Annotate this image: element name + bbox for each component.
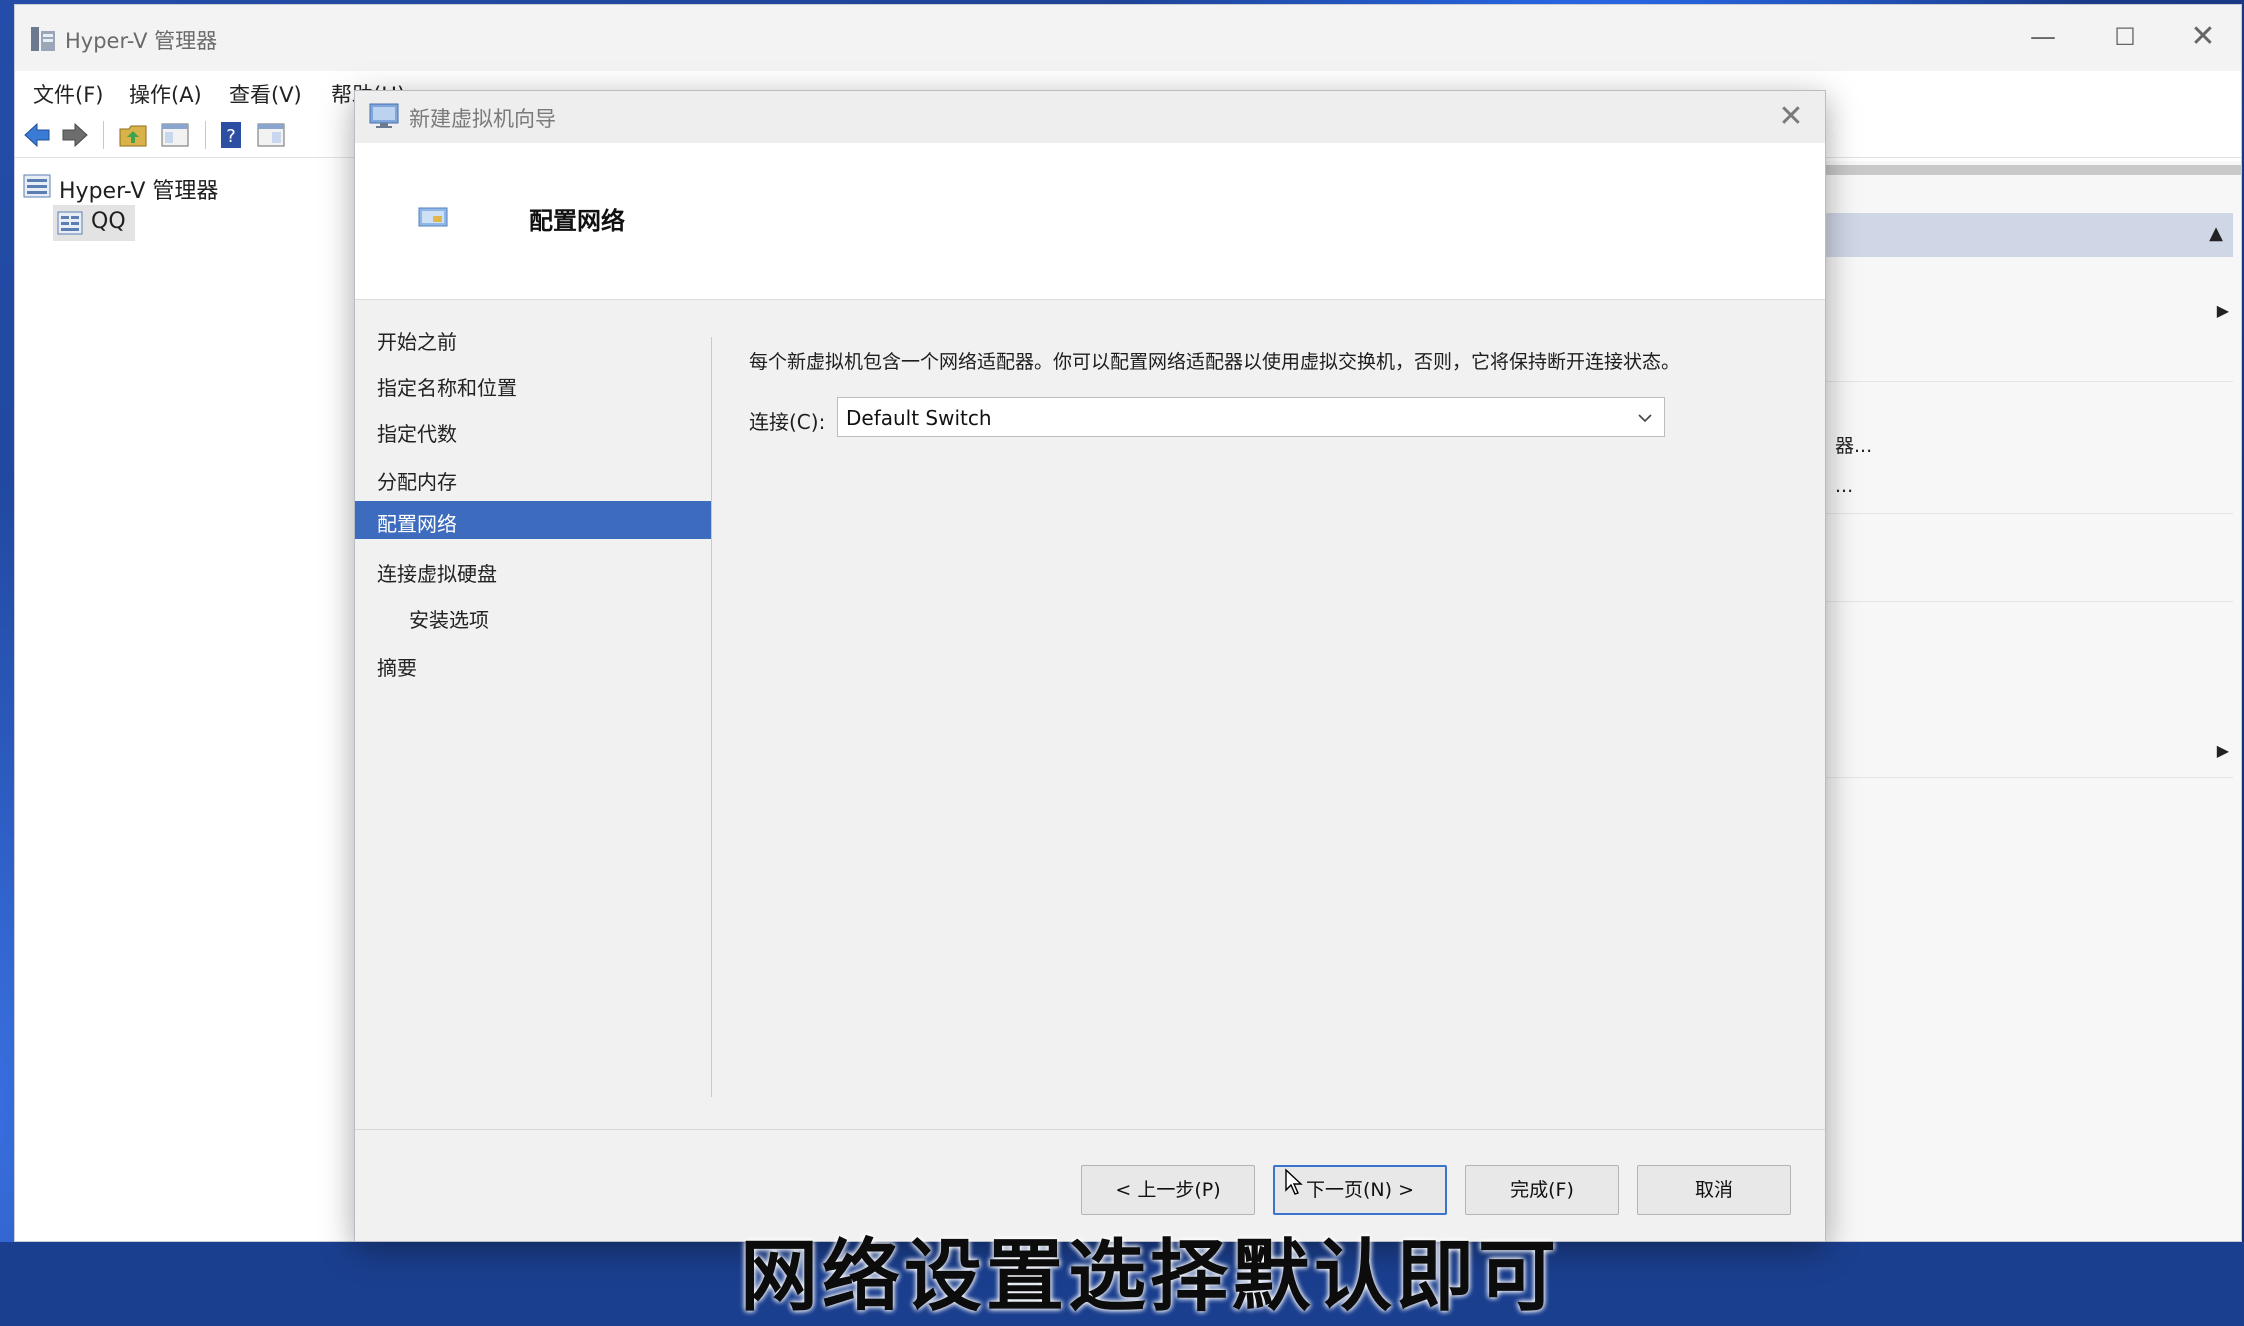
step-install-options[interactable]: 安装选项 (355, 597, 711, 635)
dialog-title: 新建虚拟机向导 (409, 107, 556, 131)
step-before-you-begin[interactable]: 开始之前 (355, 319, 711, 357)
back-arrow-icon[interactable] (21, 119, 53, 151)
steps-divider (711, 337, 712, 1097)
step-label: 连接虚拟硬盘 (377, 562, 497, 586)
connection-label: 连接(C): (749, 410, 826, 434)
action-item-partial[interactable]: ... (1835, 475, 1853, 497)
menu-action[interactable]: 操作(A) (129, 79, 202, 109)
network-description: 每个新虚拟机包含一个网络适配器。你可以配置网络适配器以使用虚拟交换机，否则，它将… (749, 351, 1681, 373)
actions-divider (1825, 381, 2233, 382)
maximize-button[interactable]: ☐ (2095, 15, 2155, 59)
expand-right-icon[interactable]: ▶ (2217, 741, 2229, 760)
step-label: 指定代数 (377, 422, 457, 446)
expand-right-icon[interactable]: ▶ (2217, 301, 2229, 320)
step-label: 开始之前 (377, 330, 457, 354)
step-label: 安装选项 (409, 608, 489, 632)
connection-selected-value: Default Switch (846, 406, 992, 430)
step-memory[interactable]: 分配内存 (355, 459, 711, 497)
up-folder-icon[interactable] (117, 119, 149, 151)
minimize-button[interactable]: — (2013, 15, 2073, 59)
step-network-active[interactable]: 配置网络 (355, 501, 711, 539)
navigation-tree: Hyper-V 管理器 QQ (15, 161, 355, 1241)
action-item-partial[interactable]: 器... (1835, 431, 1872, 458)
close-window-button[interactable]: ✕ (2173, 15, 2233, 59)
chevron-down-icon (1638, 414, 1652, 423)
step-label: 配置网络 (377, 512, 457, 536)
step-generation[interactable]: 指定代数 (355, 411, 711, 449)
dialog-close-button[interactable]: ✕ (1769, 95, 1813, 139)
step-label: 指定名称和位置 (377, 376, 517, 400)
dialog-titlebar: 新建虚拟机向导 ✕ (355, 91, 1825, 143)
new-vm-wizard-dialog: 新建虚拟机向导 ✕ 配置网络 开始之前 指定名称和位置 指定代数 分配内存 配置… (354, 90, 1826, 1242)
tree-host-selection[interactable]: QQ (53, 205, 135, 241)
toolbar-separator (103, 121, 104, 149)
dialog-header: 配置网络 (355, 143, 1825, 300)
finish-button[interactable]: 完成(F) (1465, 1165, 1619, 1215)
hyperv-app-icon (31, 27, 55, 51)
connection-select[interactable]: Default Switch (837, 397, 1665, 437)
main-titlebar: Hyper-V 管理器 — ☐ ✕ (15, 5, 2241, 71)
properties-pane-icon[interactable] (255, 119, 287, 151)
collapse-up-icon[interactable]: ▲ (2209, 223, 2223, 244)
step-label: 分配内存 (377, 470, 457, 494)
help-icon[interactable]: ? (215, 119, 247, 151)
svg-text:?: ? (226, 126, 236, 147)
toolbar-separator (205, 121, 206, 149)
mouse-cursor-icon (1285, 1168, 1303, 1195)
actions-header: ▲ (1825, 213, 2233, 257)
footer-divider (355, 1129, 1825, 1130)
actions-divider (1825, 513, 2233, 514)
step-virtual-disk[interactable]: 连接虚拟硬盘 (355, 551, 711, 589)
actions-pane: ▲ ▶ 器... ... ▶ (1825, 161, 2241, 1241)
video-subtitle: 网络设置选择默认即可 (740, 1232, 1561, 1322)
network-adapter-icon (418, 207, 448, 227)
wizard-monitor-icon (369, 103, 399, 128)
main-window-title: Hyper-V 管理器 (65, 29, 218, 53)
tree-host-qq: QQ (91, 209, 126, 234)
cancel-button[interactable]: 取消 (1637, 1165, 1791, 1215)
page-title: 配置网络 (529, 207, 625, 235)
server-icon (57, 211, 83, 235)
step-name-location[interactable]: 指定名称和位置 (355, 365, 711, 403)
hyperv-manager-icon (23, 174, 51, 198)
tree-root-hyperv[interactable]: Hyper-V 管理器 (59, 173, 218, 205)
actions-scroll-top (1825, 165, 2241, 175)
previous-button[interactable]: < 上一步(P) (1081, 1165, 1255, 1215)
menu-file[interactable]: 文件(F) (33, 79, 103, 109)
actions-divider (1825, 777, 2233, 778)
show-hide-tree-icon[interactable] (159, 119, 191, 151)
forward-arrow-icon[interactable] (59, 119, 91, 151)
step-label: 摘要 (377, 656, 417, 680)
actions-divider (1825, 601, 2233, 602)
step-summary[interactable]: 摘要 (355, 645, 711, 683)
menu-view[interactable]: 查看(V) (229, 79, 302, 109)
